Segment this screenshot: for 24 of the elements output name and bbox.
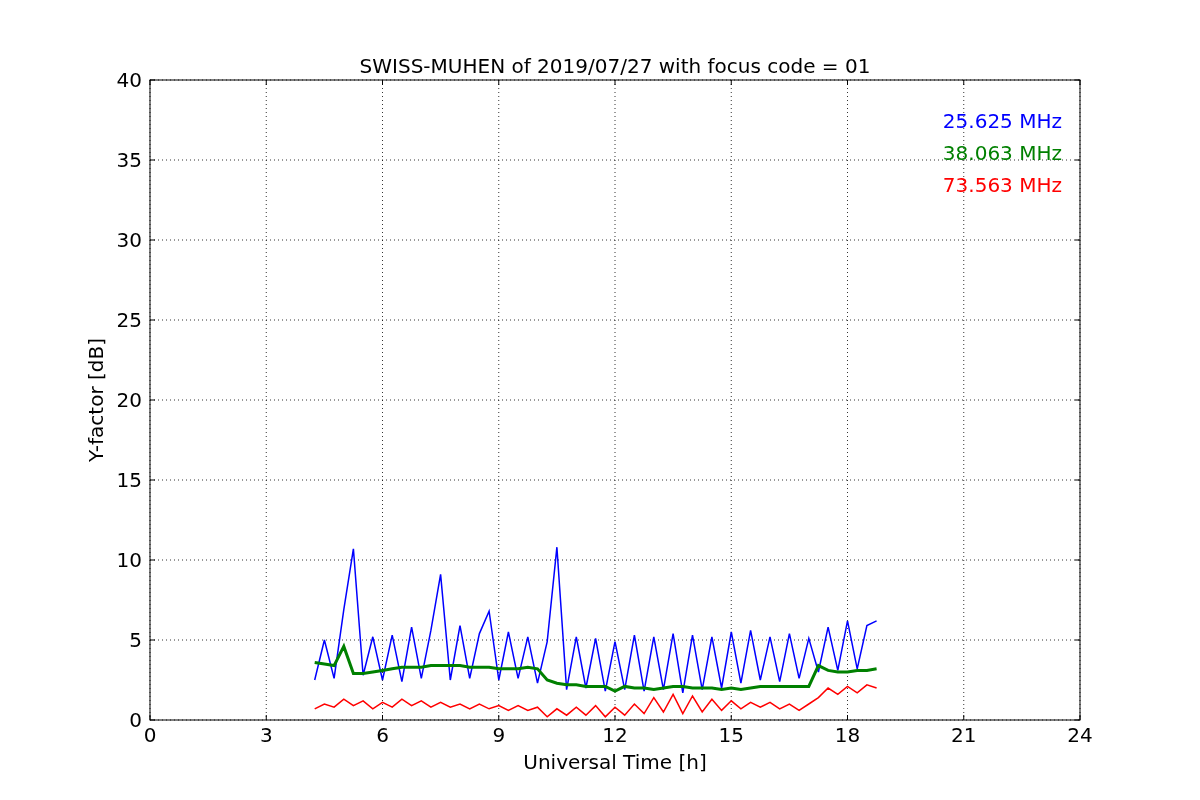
x-tick-label: 12 [602, 723, 628, 747]
legend-label: 38.063 MHz [942, 141, 1062, 165]
y-tick-label: 30 [116, 228, 142, 252]
x-axis-label: Universal Time [h] [523, 750, 707, 774]
x-tick-label: 3 [259, 723, 273, 747]
y-tick-label: 25 [116, 308, 142, 332]
y-tick-label: 15 [116, 468, 142, 492]
x-tick-label: 21 [951, 723, 977, 747]
x-tick-label: 18 [834, 723, 861, 747]
legend-label: 73.563 MHz [942, 173, 1062, 197]
x-tick-label: 0 [143, 723, 157, 747]
y-tick-label: 5 [129, 628, 142, 652]
x-tick-label: 15 [718, 723, 744, 747]
y-tick-label: 35 [116, 148, 142, 172]
y-tick-label: 0 [129, 708, 142, 732]
legend-label: 25.625 MHz [942, 109, 1062, 133]
chart-title: SWISS-MUHEN of 2019/07/27 with focus code = 01 [359, 54, 871, 78]
y-axis-label: Y-factor [dB] [84, 338, 108, 462]
x-tick-label: 24 [1067, 723, 1093, 747]
y-tick-label: 40 [116, 68, 142, 92]
x-tick-label: 9 [492, 723, 506, 747]
x-tick-label: 6 [376, 723, 389, 747]
y-tick-label: 20 [116, 388, 142, 412]
y-tick-label: 10 [116, 548, 142, 572]
